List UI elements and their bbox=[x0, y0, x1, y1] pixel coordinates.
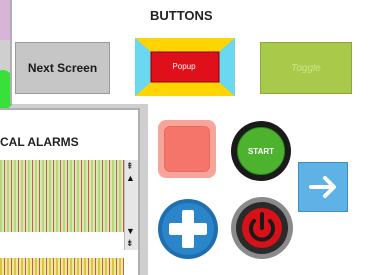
start-label: START bbox=[247, 146, 275, 156]
power-button[interactable] bbox=[230, 196, 294, 260]
plus-button[interactable] bbox=[157, 198, 219, 260]
next-screen-label: Next Screen bbox=[27, 61, 98, 75]
panel-title: BUTTONS bbox=[150, 8, 213, 23]
scroll-up-icon[interactable]: ▲ bbox=[126, 173, 135, 183]
scroll-top-icon[interactable]: ⇞ bbox=[126, 161, 134, 172]
next-screen-button[interactable]: Next Screen bbox=[15, 42, 110, 94]
scroll-down-icon[interactable]: ▼ bbox=[126, 226, 135, 236]
toggle-label: Toggle bbox=[291, 62, 321, 74]
scroll-bottom-icon[interactable]: ⇟ bbox=[126, 238, 134, 249]
next-arrow-button[interactable] bbox=[298, 162, 348, 212]
square-button-face bbox=[164, 126, 210, 172]
start-button-face: START bbox=[237, 127, 285, 175]
alarms-table[interactable] bbox=[0, 160, 124, 232]
alarms-title: CAL ALARMS bbox=[0, 135, 79, 149]
toggle-button[interactable]: Toggle bbox=[260, 42, 352, 94]
alarms-table-rows bbox=[0, 258, 124, 275]
popup-label: Popup bbox=[172, 62, 196, 71]
arrow-right-icon bbox=[309, 176, 336, 198]
